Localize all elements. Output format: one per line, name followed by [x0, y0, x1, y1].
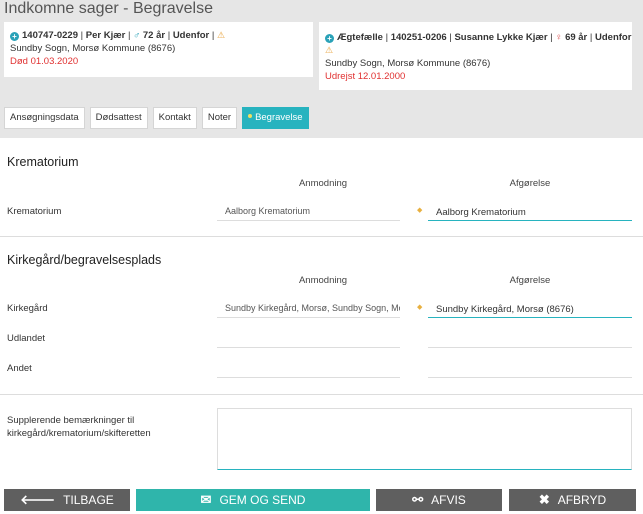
back-button-label: TILBAGE: [63, 493, 114, 507]
row-label-krematorium: Krematorium: [7, 206, 62, 217]
section-divider: [0, 394, 643, 395]
person-age: 72 år: [142, 30, 166, 41]
person-location-status: Udenfor: [172, 30, 210, 41]
column-header-decision: Afgørelse: [509, 275, 551, 286]
decision-kirkegaard-input[interactable]: [428, 296, 632, 318]
reject-button-label: AFVIS: [431, 493, 466, 507]
tab-ansoegningsdata[interactable]: Ansøgningsdata: [4, 107, 85, 129]
person-name: Per Kjær: [85, 30, 126, 41]
request-krematorium: Aalborg Krematorium: [217, 199, 400, 221]
row-label-kirkegaard: Kirkegård: [7, 303, 48, 314]
decision-krematorium-input[interactable]: [428, 199, 632, 221]
tab-noter[interactable]: Noter: [201, 107, 238, 129]
person-location-status: Udenfor: [595, 32, 632, 43]
decision-udlandet-input[interactable]: [428, 326, 632, 348]
cancel-button-label: AFBRYD: [557, 493, 607, 507]
save-send-button[interactable]: ✉ GEM OG SEND: [136, 489, 370, 511]
person-age: 69 år: [565, 32, 588, 43]
decision-andet-input[interactable]: [428, 356, 632, 378]
section-title-krematorium: Krematorium: [7, 155, 79, 169]
cancel-button[interactable]: ✖ AFBRYD: [509, 489, 636, 511]
person-name: Susanne Lykke Kjær: [454, 32, 548, 43]
arrow-left-icon: 🡐: [20, 492, 56, 507]
back-button[interactable]: 🡐 TILBAGE: [4, 489, 130, 511]
copy-arrow-icon[interactable]: ◆: [417, 206, 422, 214]
person-card-spouse: + Ægtefælle | 140251-0206 | Susanne Lykke…: [319, 22, 632, 90]
row-label-andet: Andet: [7, 363, 32, 374]
expand-plus-icon[interactable]: +: [325, 34, 334, 43]
relation-label: Ægtefælle: [337, 32, 383, 43]
close-icon: ✖: [538, 492, 550, 507]
warning-icon: ⚠: [216, 30, 226, 40]
broken-link-icon: ⚯: [412, 492, 424, 507]
tab-bar: Ansøgningsdata Dødsattest Kontakt Noter …: [4, 107, 309, 129]
active-dot-icon: [248, 114, 253, 118]
request-kirkegaard: Sundby Kirkegård, Morsø, Sundby Sogn, Mo: [217, 296, 400, 318]
column-header-request: Anmodning: [298, 275, 348, 286]
row-label-udlandet: Udlandet: [7, 333, 46, 344]
tab-begravelse-label: Begravelse: [255, 112, 303, 123]
save-send-button-label: GEM OG SEND: [219, 493, 306, 507]
envelope-icon: ✉: [200, 492, 212, 507]
tab-doedsattest[interactable]: Dødsattest: [89, 107, 148, 129]
column-header-request: Anmodning: [298, 178, 348, 189]
warning-icon: ⚠: [325, 45, 334, 55]
person-card-deceased: +140747-0229 | Per Kjær | ♂ 72 år | Uden…: [4, 22, 313, 77]
remarks-label-line1: Supplerende bemærkninger til: [7, 415, 135, 426]
person-cpr: 140251-0206: [390, 32, 447, 43]
person-status: Udrejst 12.01.2000: [325, 71, 406, 82]
tab-begravelse[interactable]: Begravelse: [242, 107, 309, 129]
tab-kontakt[interactable]: Kontakt: [152, 107, 197, 129]
expand-plus-icon[interactable]: +: [10, 32, 19, 41]
section-divider: [0, 236, 643, 237]
copy-arrow-icon[interactable]: ◆: [417, 303, 422, 311]
request-andet: [217, 356, 400, 378]
remarks-label: Supplerende bemærkninger til kirkegård/k…: [7, 414, 151, 440]
person-status: Død 01.03.2020: [10, 56, 79, 67]
person-cpr: 140747-0229: [22, 30, 78, 41]
person-address: Sundby Sogn, Morsø Kommune (8676): [325, 58, 491, 69]
female-icon: ♀: [555, 32, 563, 43]
page-title: Indkomne sager - Begravelse: [4, 0, 213, 17]
reject-button[interactable]: ⚯ AFVIS: [376, 489, 502, 511]
person-address: Sundby Sogn, Morsø Kommune (8676): [10, 43, 176, 54]
column-header-decision: Afgørelse: [509, 178, 551, 189]
request-udlandet: [217, 326, 400, 348]
section-title-kirkegaard: Kirkegård/begravelsesplads: [7, 253, 162, 267]
remarks-label-line2: kirkegård/krematorium/skifteretten: [7, 428, 151, 439]
male-icon: ♂: [133, 30, 141, 41]
remarks-textarea[interactable]: [217, 408, 632, 470]
